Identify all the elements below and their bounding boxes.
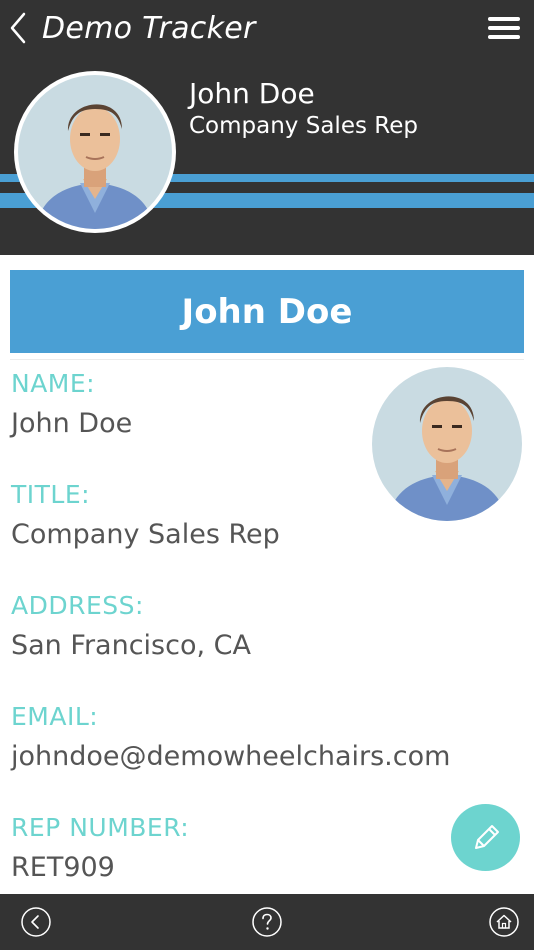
header-avatar [14, 71, 176, 233]
name-banner: John Doe [10, 270, 524, 353]
question-circle-icon [252, 907, 282, 937]
avatar-portrait-icon [18, 75, 172, 229]
hamburger-menu-icon[interactable] [484, 14, 524, 44]
divider [10, 359, 524, 360]
edit-button[interactable] [451, 804, 520, 871]
rep-number-label: REP NUMBER: [11, 813, 190, 842]
help-button[interactable] [251, 906, 283, 938]
address-value: San Francisco, CA [11, 630, 251, 661]
banner-name: John Doe [181, 291, 353, 332]
title-label: TITLE: [11, 480, 91, 509]
header-role: Company Sales Rep [189, 113, 418, 139]
header-name: John Doe [189, 77, 315, 110]
avatar-portrait-icon [372, 367, 522, 521]
circle-arrow-left-icon [21, 907, 51, 937]
name-label: NAME: [11, 369, 96, 398]
home-circle-icon [489, 907, 519, 937]
home-button[interactable] [488, 906, 520, 938]
profile-avatar [372, 367, 522, 521]
back-chevron-icon[interactable] [4, 8, 34, 48]
app-title: Demo Tracker [42, 11, 256, 46]
email-label: EMAIL: [11, 702, 99, 731]
rep-number-value: RET909 [11, 852, 115, 883]
title-value: Company Sales Rep [11, 519, 280, 550]
profile-header: Demo Tracker John Doe Company Sales Rep [0, 0, 534, 255]
email-value[interactable]: johndoe@demowheelchairs.com [11, 741, 450, 772]
nav-back-button[interactable] [20, 906, 52, 938]
name-value: John Doe [11, 408, 133, 439]
bottom-navigation-bar [0, 894, 534, 950]
pencil-icon [474, 824, 499, 849]
address-label: ADDRESS: [11, 591, 144, 620]
